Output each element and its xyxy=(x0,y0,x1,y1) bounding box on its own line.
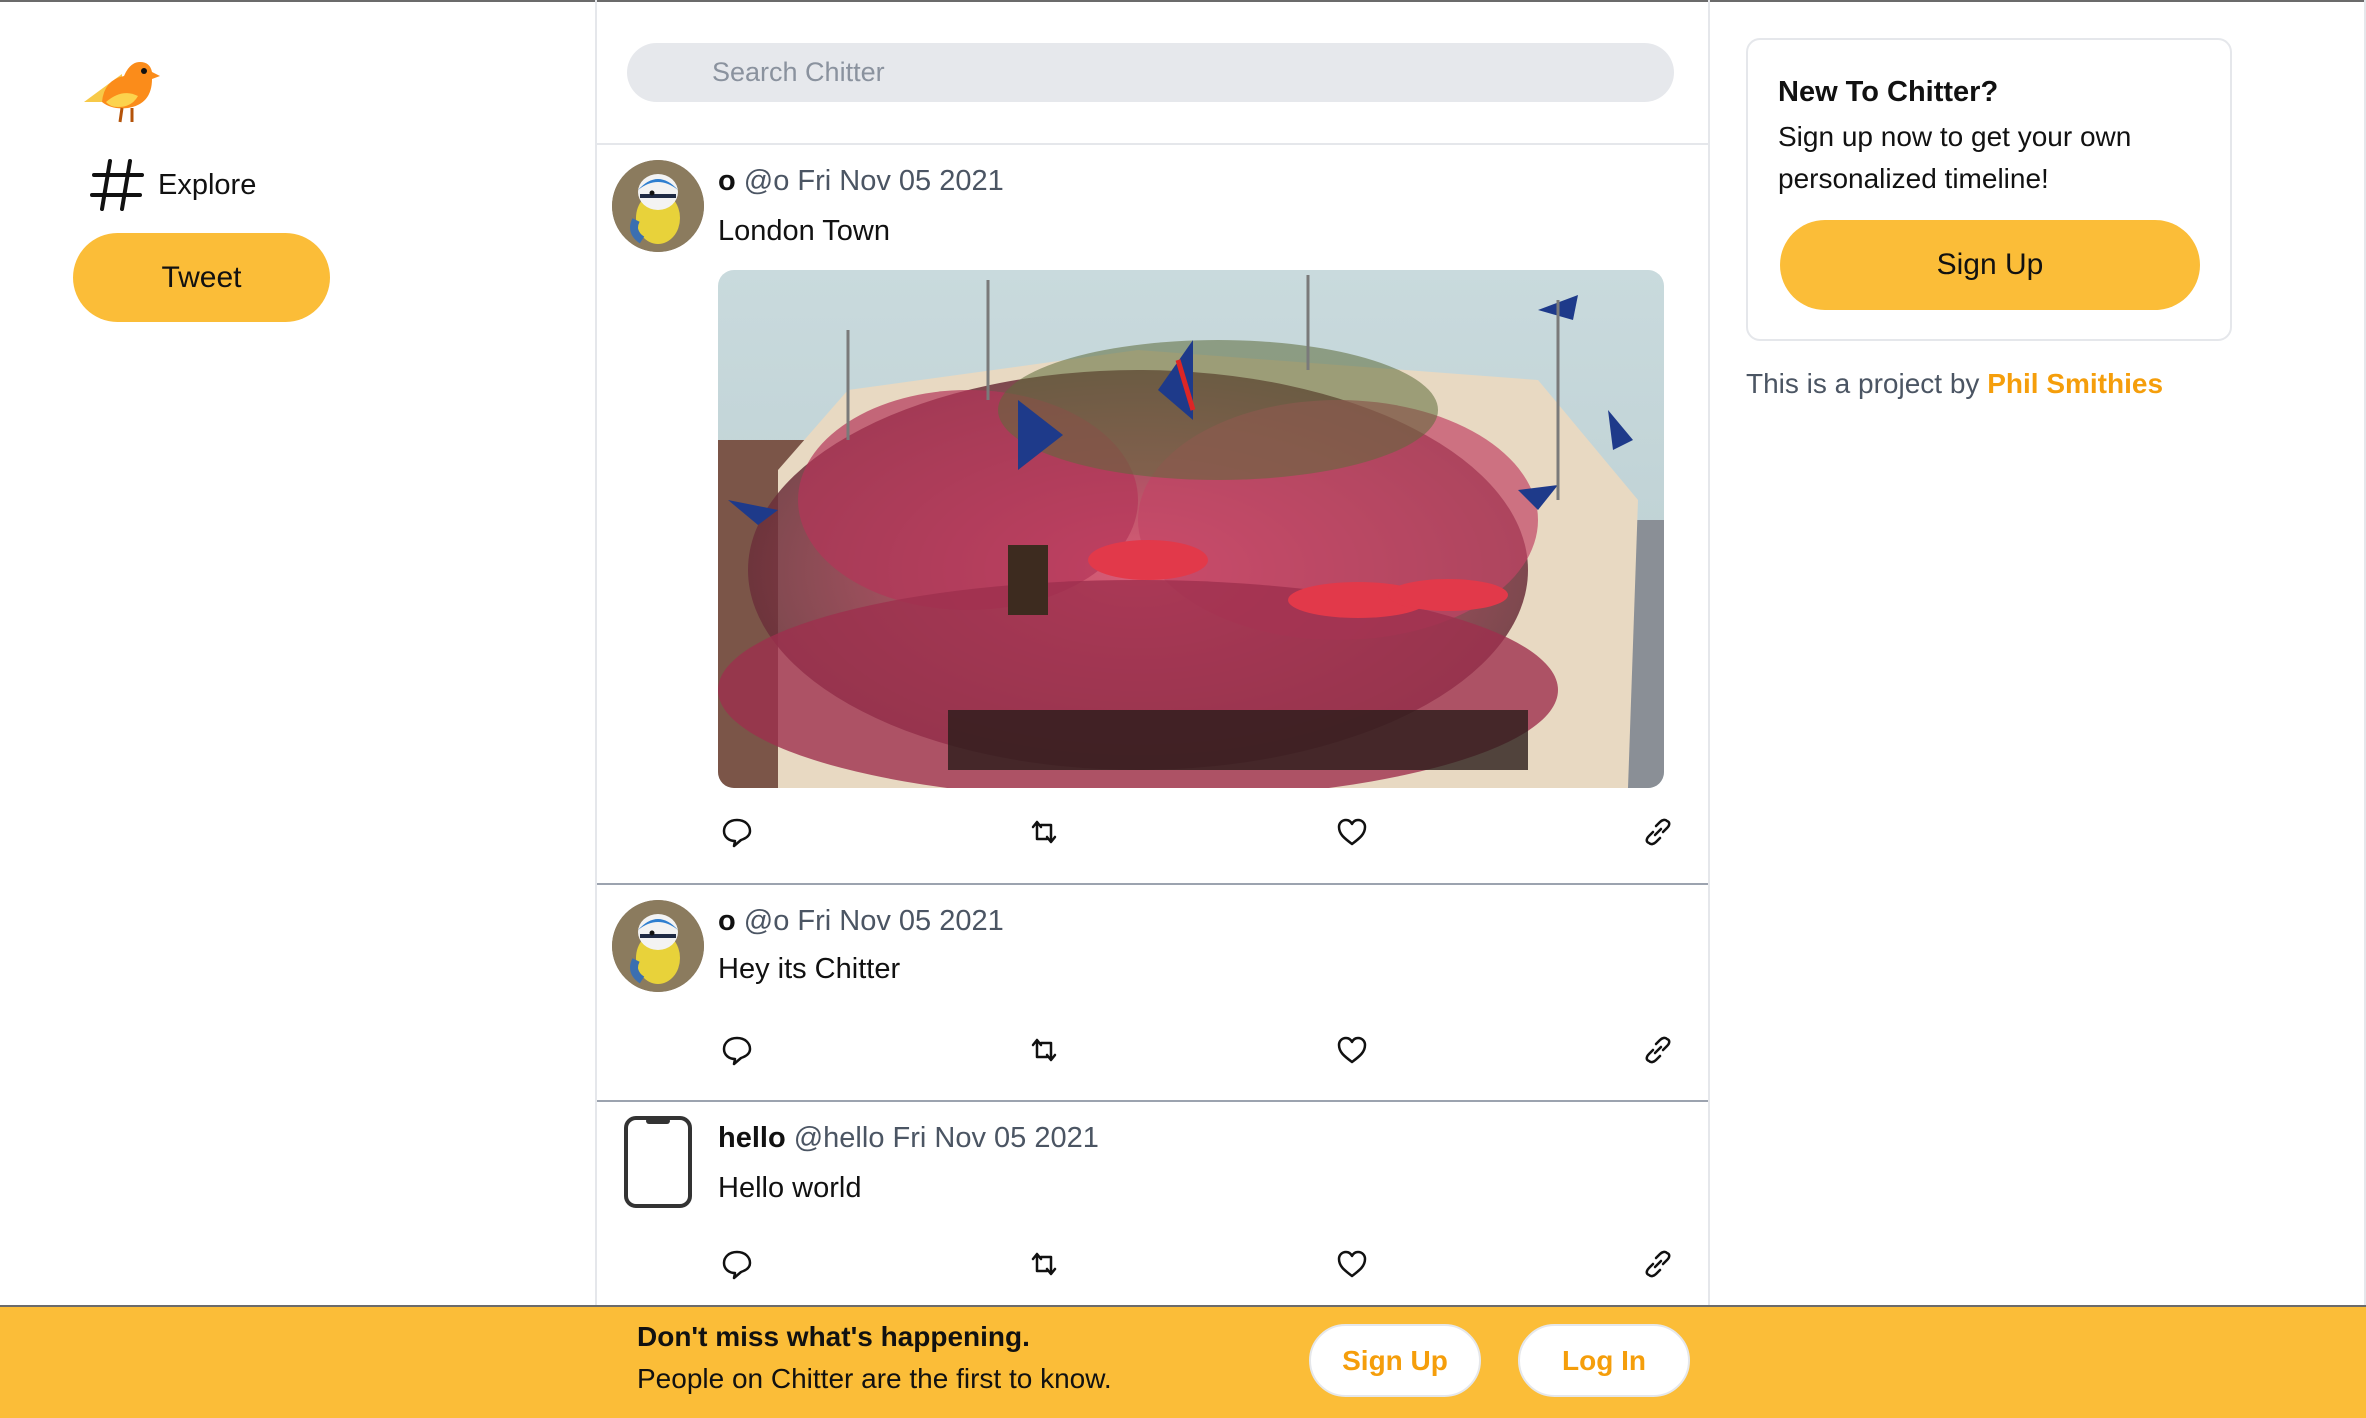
tweet-author-name[interactable]: hello xyxy=(718,1122,786,1154)
tweet-button[interactable]: Tweet xyxy=(73,233,330,322)
signup-card-button[interactable]: Sign Up xyxy=(1780,220,2200,310)
tweet-actions xyxy=(718,1033,1671,1073)
tweet-text: Hello world xyxy=(718,1172,862,1204)
banner-signup-button[interactable]: Sign Up xyxy=(1309,1324,1481,1397)
hash-icon xyxy=(90,159,144,211)
tweet-author-name[interactable]: o xyxy=(718,165,736,197)
tweet-item[interactable]: hello @hello Fri Nov 05 2021 Hello world xyxy=(597,1102,1708,1305)
link-icon[interactable] xyxy=(1641,1247,1681,1287)
banner-subtitle: People on Chitter are the first to know. xyxy=(637,1363,1112,1394)
bottom-signup-banner: Don't miss what's happening. People on C… xyxy=(0,1305,2366,1418)
like-icon[interactable] xyxy=(1335,1033,1375,1073)
retweet-icon[interactable] xyxy=(1027,1247,1067,1287)
blue-tit-bird-avatar[interactable] xyxy=(612,160,704,252)
search-input[interactable] xyxy=(627,43,1674,102)
link-icon[interactable] xyxy=(1641,815,1681,855)
tweet-meta: hello @hello Fri Nov 05 2021 xyxy=(718,1122,1099,1155)
retweet-icon[interactable] xyxy=(1027,815,1067,855)
tweet-author-handle[interactable]: @o xyxy=(744,905,790,937)
tweet-author-handle[interactable]: @o xyxy=(744,165,790,197)
blue-tit-bird-avatar[interactable] xyxy=(612,900,704,992)
reply-icon[interactable] xyxy=(720,1247,760,1287)
like-icon[interactable] xyxy=(1335,815,1375,855)
tweet-date: Fri Nov 05 2021 xyxy=(797,165,1004,197)
like-icon[interactable] xyxy=(1335,1247,1375,1287)
tweet-text: London Town xyxy=(718,215,891,247)
phone-outline-avatar[interactable] xyxy=(612,1116,704,1208)
main-feed: o @o Fri Nov 05 2021 London Town xyxy=(595,0,1710,1305)
tweet-meta: o @o Fri Nov 05 2021 xyxy=(718,905,1004,938)
credit-prefix: This is a project by xyxy=(1746,368,1988,399)
tweet-author-handle[interactable]: @hello xyxy=(794,1122,885,1154)
tweet-date: Fri Nov 05 2021 xyxy=(892,1122,1099,1154)
signup-card: New To Chitter? Sign up now to get your … xyxy=(1746,38,2232,341)
bird-logo-icon[interactable] xyxy=(82,52,160,124)
left-sidebar: Explore Tweet xyxy=(0,0,596,1305)
nav-explore-label: Explore xyxy=(158,168,257,201)
tweet-text: Hey its Chitter xyxy=(718,953,901,985)
signup-card-title: New To Chitter? xyxy=(1778,76,1999,108)
tweet-media-image[interactable] xyxy=(718,270,1664,788)
tweet-meta: o @o Fri Nov 05 2021 xyxy=(718,165,1004,198)
tweet-author-name[interactable]: o xyxy=(718,905,736,937)
nav-explore[interactable]: Explore xyxy=(88,155,256,215)
reply-icon[interactable] xyxy=(720,1033,760,1073)
search-bar xyxy=(597,0,1708,145)
tweet-date: Fri Nov 05 2021 xyxy=(797,905,1004,937)
link-icon[interactable] xyxy=(1641,1033,1681,1073)
credit-author-link[interactable]: Phil Smithies xyxy=(1987,368,2163,399)
banner-title: Don't miss what's happening. xyxy=(637,1321,1030,1352)
tweet-actions xyxy=(718,815,1671,855)
project-credit: This is a project by Phil Smithies xyxy=(1746,368,2163,400)
reply-icon[interactable] xyxy=(720,815,760,855)
signup-card-description: Sign up now to get your own personalized… xyxy=(1778,121,2132,194)
tweet-actions xyxy=(718,1247,1671,1287)
banner-login-button[interactable]: Log In xyxy=(1518,1324,1690,1397)
tweet-item[interactable]: o @o Fri Nov 05 2021 Hey its Chitter xyxy=(597,885,1708,1102)
retweet-icon[interactable] xyxy=(1027,1033,1067,1073)
tweet-item[interactable]: o @o Fri Nov 05 2021 London Town xyxy=(597,145,1708,885)
